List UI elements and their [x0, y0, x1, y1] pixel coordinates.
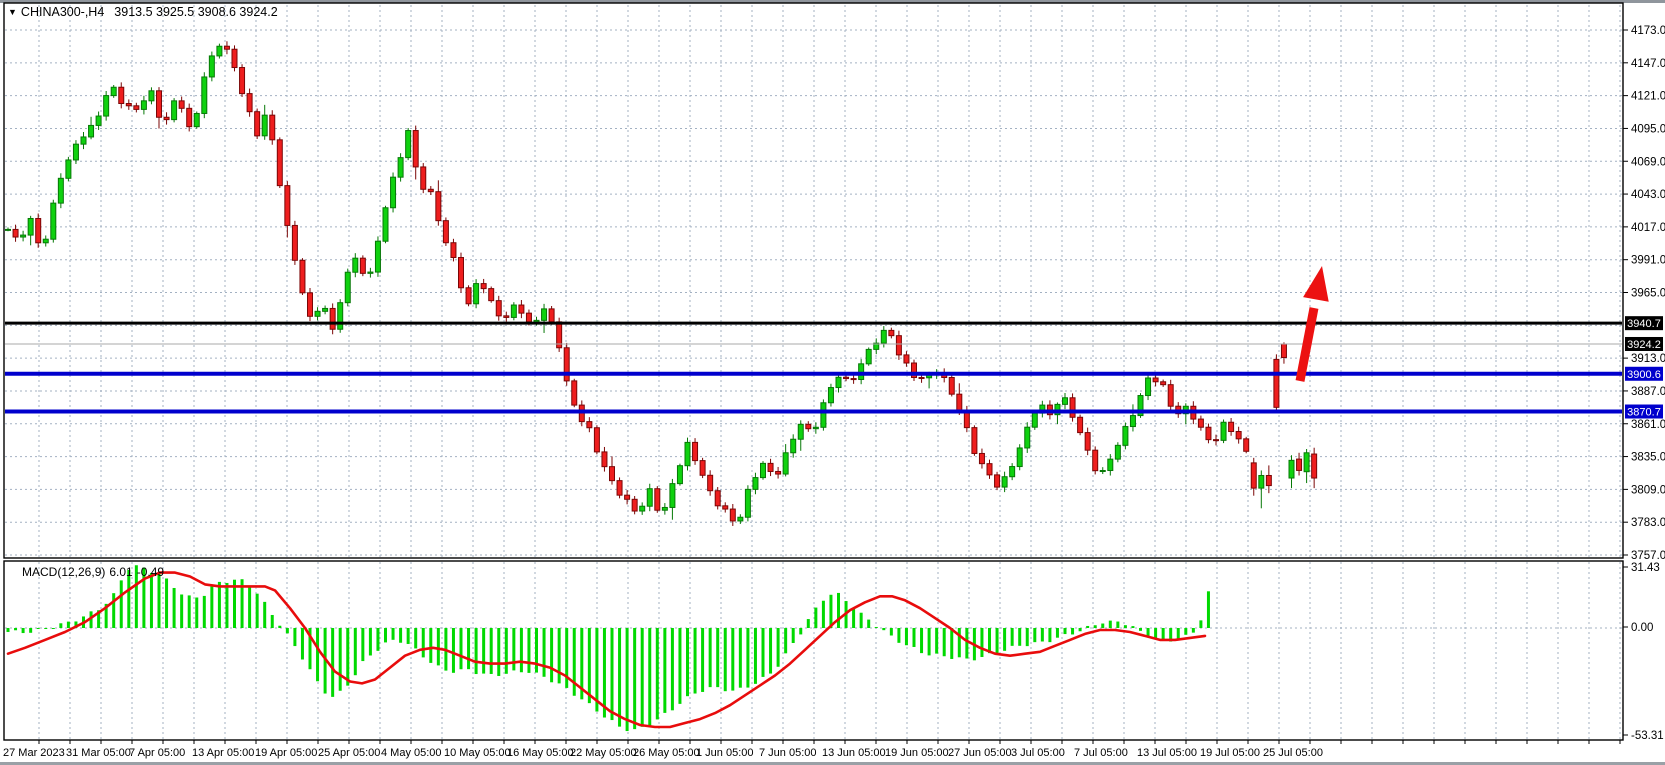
macd-name: MACD(12,26,9)	[22, 565, 105, 579]
svg-text:3965.0: 3965.0	[1631, 288, 1665, 300]
svg-text:3809.0: 3809.0	[1631, 484, 1665, 496]
macd-signal-value: -0.49	[137, 565, 164, 579]
svg-text:3940.7: 3940.7	[1627, 318, 1661, 330]
macd-axis[interactable]: 31.43 0.00 -53.31	[1623, 562, 1664, 742]
candles-layer[interactable]	[6, 41, 1317, 526]
time-label: 16 May 05:00	[507, 747, 574, 759]
svg-text:4095.0: 4095.0	[1631, 123, 1665, 135]
time-label: 1 Jun 05:00	[696, 747, 754, 759]
svg-text:3835.0: 3835.0	[1631, 452, 1665, 464]
macd-indicator-label: MACD(12,26,9) 6.01 -0.49	[22, 565, 168, 579]
svg-text:3924.2: 3924.2	[1627, 339, 1661, 351]
mt4-chart-window: 4173.0 4147.0 4121.0 4095.0 4069.0 4043.0 4017…	[0, 0, 1665, 765]
time-label: 4 May 05:00	[381, 747, 442, 759]
chart-title: ▼ CHINA300-,H4 3913.5 3925.5 3908.6 3924.2	[8, 5, 278, 19]
svg-text:4173.0: 4173.0	[1631, 25, 1665, 37]
time-label: 27 Mar 2023	[3, 747, 65, 759]
time-axis[interactable]: 27 Mar 202331 Mar 05:007 Apr 05:00 13 Apr…	[3, 740, 1620, 759]
svg-text:3991.0: 3991.0	[1631, 255, 1665, 267]
time-label: 19 Jun 05:00	[885, 747, 949, 759]
svg-text:4147.0: 4147.0	[1631, 58, 1665, 70]
time-label: 13 Jul 05:00	[1137, 747, 1197, 759]
svg-text:3870.7: 3870.7	[1627, 407, 1661, 419]
time-label: 7 Jul 05:00	[1074, 747, 1128, 759]
svg-text:4069.0: 4069.0	[1631, 156, 1665, 168]
time-label: 10 May 05:00	[444, 747, 511, 759]
time-label: 7 Jun 05:00	[759, 747, 817, 759]
ohlc-readout: 3913.5 3925.5 3908.6 3924.2	[114, 5, 277, 19]
svg-text:3861.0: 3861.0	[1631, 419, 1665, 431]
svg-text:0.00: 0.00	[1631, 622, 1653, 634]
time-label: 22 May 05:00	[570, 747, 637, 759]
time-label: 27 Jun 05:00	[948, 747, 1012, 759]
svg-text:3900.6: 3900.6	[1627, 369, 1661, 381]
price-axis[interactable]: 4173.0 4147.0 4121.0 4095.0 4069.0 4043.0 4017…	[1623, 25, 1665, 562]
symbol-dropdown-icon: ▼	[8, 7, 17, 17]
macd-main-value: 6.01	[109, 565, 132, 579]
macd-layer[interactable]	[7, 565, 1210, 731]
svg-text:3887.0: 3887.0	[1631, 386, 1665, 398]
time-label: 7 Apr 05:00	[129, 747, 185, 759]
time-label: 13 Jun 05:00	[822, 747, 886, 759]
svg-text:3783.0: 3783.0	[1631, 517, 1665, 529]
time-label: 3 Jul 05:00	[1011, 747, 1065, 759]
time-label: 25 Apr 05:00	[318, 747, 380, 759]
time-label: 19 Apr 05:00	[255, 747, 317, 759]
chart-canvas[interactable]: 4173.0 4147.0 4121.0 4095.0 4069.0 4043.0 4017…	[0, 0, 1665, 765]
time-label: 19 Jul 05:00	[1200, 747, 1260, 759]
svg-text:3757.0: 3757.0	[1631, 550, 1665, 562]
svg-text:3913.0: 3913.0	[1631, 353, 1665, 365]
svg-text:31.43: 31.43	[1631, 562, 1660, 574]
time-label: 25 Jul 05:00	[1263, 747, 1323, 759]
time-label: 13 Apr 05:00	[192, 747, 254, 759]
symbol-timeframe-label: CHINA300-,H4	[21, 5, 104, 19]
time-label: 31 Mar 05:00	[66, 747, 131, 759]
svg-text:4017.0: 4017.0	[1631, 222, 1665, 234]
svg-text:4121.0: 4121.0	[1631, 91, 1665, 103]
time-label: 26 May 05:00	[633, 747, 700, 759]
svg-text:4043.0: 4043.0	[1631, 189, 1665, 201]
svg-text:-53.31: -53.31	[1631, 730, 1664, 742]
